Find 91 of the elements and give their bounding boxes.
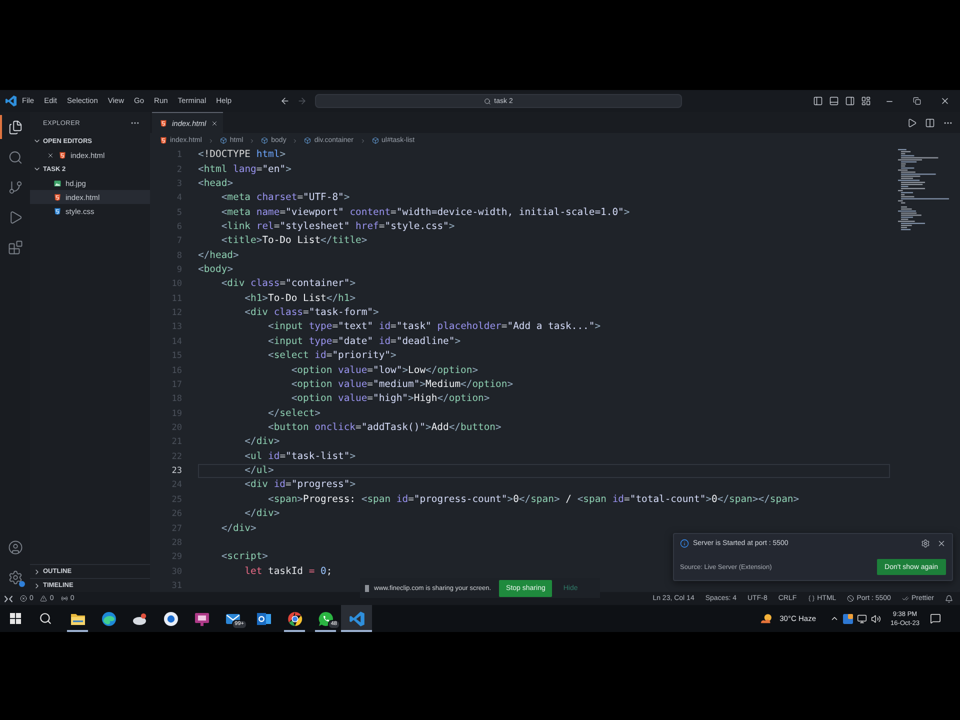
speaker-icon[interactable] bbox=[871, 614, 881, 624]
image-file-icon bbox=[54, 180, 60, 186]
code-line: <option value="high">High</option> bbox=[291, 393, 490, 406]
code-line: <div class="task-form"> bbox=[244, 307, 379, 320]
chevron-icon bbox=[292, 138, 298, 144]
settings-icon[interactable] bbox=[921, 539, 930, 548]
restore-icon[interactable] bbox=[913, 97, 921, 105]
tricolor-circle-icon bbox=[286, 610, 302, 626]
code-line: <input type="text" id="task" placeholder="Add a task..."> bbox=[268, 321, 601, 334]
code-line: <option value="low">Low</option> bbox=[291, 364, 478, 377]
cube-icon bbox=[372, 137, 378, 144]
code-editor-icon bbox=[348, 610, 364, 626]
share-indicator-icon bbox=[365, 584, 369, 592]
code-line: <ul id="task-list"> bbox=[244, 450, 356, 463]
weather-icon[interactable] bbox=[760, 612, 773, 624]
cloud-app-icon bbox=[132, 610, 148, 626]
code-line: <head> bbox=[198, 178, 234, 190]
code-line: let taskId = 0; bbox=[244, 566, 332, 578]
code-line: <option value="medium">Medium</option> bbox=[291, 378, 514, 391]
panel-bottom-icon[interactable] bbox=[829, 96, 839, 106]
code-line: <meta name="viewport" content="width=device-width, initial-scale=1.0"> bbox=[221, 206, 630, 219]
code-line: <input type="date" id="deadline"> bbox=[268, 336, 461, 348]
braces-icon bbox=[808, 595, 815, 602]
app-logo-icon bbox=[5, 95, 17, 107]
code-line: </head> bbox=[198, 250, 239, 262]
code-line: <div id="progress"> bbox=[244, 479, 356, 492]
swirl-circle-icon bbox=[100, 610, 116, 626]
html-file-icon bbox=[54, 194, 60, 200]
start-menu-icon[interactable] bbox=[10, 613, 20, 624]
panel-right-icon[interactable] bbox=[845, 96, 855, 106]
code-line: <title>To-Do List</title> bbox=[221, 235, 368, 248]
monitor-icon[interactable] bbox=[857, 614, 867, 624]
search-icon[interactable] bbox=[38, 612, 52, 625]
code-line: <script> bbox=[221, 551, 268, 564]
warning-icon bbox=[40, 595, 48, 602]
code-line: <span>Progress: <span id="progress-count">0</span> / <span id="total-count">0</span></span> bbox=[268, 494, 800, 506]
ring-app-icon bbox=[162, 610, 178, 626]
code-line: </div> bbox=[221, 522, 256, 535]
blocks-icon[interactable] bbox=[8, 240, 22, 254]
code-line: </div> bbox=[244, 508, 280, 520]
back-arrow-icon[interactable] bbox=[280, 96, 290, 106]
radio-icon bbox=[60, 595, 68, 602]
error-icon bbox=[20, 595, 27, 602]
code-line: <meta charset="UTF-8"> bbox=[221, 192, 350, 204]
code-line: </ul> bbox=[244, 465, 274, 478]
cube-icon bbox=[220, 137, 227, 144]
notification-icon[interactable] bbox=[930, 613, 940, 624]
double-check-icon bbox=[902, 595, 909, 602]
html-file-icon bbox=[160, 137, 167, 144]
play-icon[interactable] bbox=[8, 210, 22, 224]
code-line: <body> bbox=[198, 264, 234, 276]
chevron-icon bbox=[208, 138, 214, 144]
files-icon[interactable] bbox=[8, 120, 22, 134]
cube-icon bbox=[304, 137, 312, 144]
chevron-icon bbox=[249, 138, 256, 144]
close-icon[interactable] bbox=[940, 96, 950, 106]
close-icon[interactable] bbox=[211, 120, 218, 126]
ban-icon bbox=[847, 595, 854, 602]
html-file-icon bbox=[58, 152, 66, 158]
code-line: <link rel="stylesheet" href="style.css"> bbox=[221, 220, 455, 233]
tray-app-icon[interactable] bbox=[843, 614, 853, 624]
panel-left-icon[interactable] bbox=[813, 96, 823, 106]
play-icon[interactable] bbox=[907, 118, 917, 128]
taskbar-button[interactable] bbox=[341, 605, 372, 632]
layout-icon[interactable] bbox=[861, 96, 871, 106]
code-line: </select> bbox=[268, 408, 320, 420]
chevron-up-icon[interactable] bbox=[830, 614, 838, 623]
code-line: <!DOCTYPE html> bbox=[198, 149, 286, 162]
css-file-icon bbox=[54, 208, 60, 214]
close-icon[interactable] bbox=[937, 539, 946, 548]
code-line: <h1>To-Do List</h1> bbox=[244, 292, 356, 305]
chevron-icon bbox=[360, 138, 366, 144]
bell-icon[interactable] bbox=[945, 594, 953, 602]
close-icon[interactable] bbox=[46, 152, 54, 158]
screen-app-icon bbox=[194, 610, 210, 626]
settings-icon[interactable] bbox=[8, 570, 22, 584]
info-icon bbox=[680, 539, 689, 548]
cube-icon bbox=[261, 137, 268, 144]
search-icon bbox=[484, 98, 492, 104]
html-file-icon bbox=[160, 120, 167, 126]
code-line: <html lang="en"> bbox=[198, 164, 292, 176]
code-line: <button onclick="addTask()">Add</button> bbox=[268, 422, 502, 434]
code-line: </div> bbox=[244, 436, 280, 448]
document-app-icon bbox=[256, 610, 272, 626]
branch-icon[interactable] bbox=[8, 180, 22, 194]
split-editor-icon[interactable] bbox=[925, 118, 935, 128]
code-line: <select id="priority"> bbox=[268, 350, 396, 362]
line-number: 23 bbox=[172, 466, 182, 476]
remote-indicator-icon[interactable] bbox=[4, 594, 13, 602]
code-line: <div class="container"> bbox=[221, 278, 356, 290]
account-icon[interactable] bbox=[8, 540, 22, 554]
